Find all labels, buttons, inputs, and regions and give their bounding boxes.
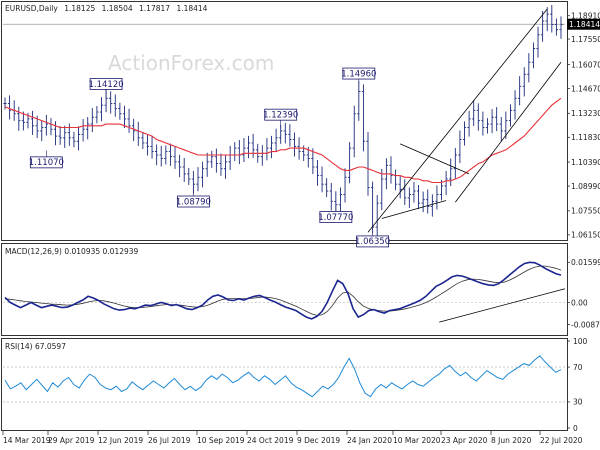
x-tick-label: 9 Dec 2019 (297, 436, 340, 445)
x-tick-label: 12 Jun 2019 (98, 436, 143, 445)
x-tick-label: 14 Mar 2019 (3, 436, 51, 445)
swing-label-text: 1.07770 (318, 213, 353, 223)
watermark-text: ActionForex.com (108, 51, 274, 75)
macd-panel-title: MACD(12,26,9) 0.010935 0.012939 (5, 247, 139, 256)
price-y-tick-label: 1.13230 (571, 109, 600, 118)
x-tick-label: 24 Oct 2019 (247, 436, 294, 445)
rsi-y-tick-label: 100 (573, 337, 588, 346)
macd-panel-frame (1, 243, 568, 336)
x-tick-label: 8 Jun 2020 (491, 436, 532, 445)
price-panel-title: EURUSD,Daily 1.18125 1.18504 1.17817 1.1… (5, 4, 208, 13)
rsi-panel-frame (1, 338, 568, 431)
swing-label-text: 1.12390 (263, 110, 298, 120)
swing-label-text: 1.08790 (176, 197, 211, 207)
price-y-tick-label: 1.16070 (571, 60, 600, 69)
x-tick-label: 29 Apr 2019 (48, 436, 95, 445)
swing-label-text: 1.14960 (341, 69, 376, 79)
price-y-tick-label: 1.08990 (571, 182, 600, 191)
macd-y-tick-label: 0.00 (571, 298, 588, 307)
ohlc-open: 1.18125 (64, 4, 95, 13)
x-tick-label: 24 Jan 2020 (347, 436, 392, 445)
price-y-tick-label: 1.06150 (571, 231, 600, 240)
price-y-tick-label: 1.17550 (571, 35, 600, 44)
rsi-y-tick-label: 0 (573, 424, 578, 433)
macd-y-tick-label: -0.00876 (571, 320, 600, 329)
price-y-tick-label: 1.07550 (571, 207, 600, 216)
x-tick-label: 23 Apr 2020 (441, 436, 488, 445)
rsi-panel-title: RSI(14) 67.0597 (5, 342, 66, 351)
swing-label-text: 1.06350 (355, 237, 390, 247)
x-tick-label: 10 Mar 2020 (393, 436, 441, 445)
price-y-tick-label: 1.10390 (571, 158, 600, 167)
price-y-tick-label: 1.11830 (571, 133, 600, 142)
macd-y-tick-label: 0.015991 (571, 258, 600, 267)
swing-label-text: 1.11070 (29, 158, 64, 168)
ohlc-low: 1.17817 (139, 4, 170, 13)
ohlc-high: 1.18504 (102, 4, 133, 13)
x-tick-label: 10 Sep 2019 (197, 436, 245, 445)
rsi-y-tick-label: 70 (573, 363, 583, 372)
ohlc-close: 1.18414 (176, 4, 207, 13)
swing-label-text: 1.14120 (89, 80, 124, 90)
price-y-tick-label: 1.14670 (571, 84, 600, 93)
eurusd-chart: ActionForex.com EURUSD,Daily 1.18125 1.1… (1, 1, 600, 445)
rsi-y-tick-label: 30 (573, 398, 583, 407)
symbol-title: EURUSD,Daily (5, 4, 58, 13)
x-tick-label: 26 Jul 2019 (148, 436, 191, 445)
x-tick-label: 22 Jul 2020 (540, 436, 583, 445)
current-price-tag-text: 1.18414 (569, 20, 600, 29)
